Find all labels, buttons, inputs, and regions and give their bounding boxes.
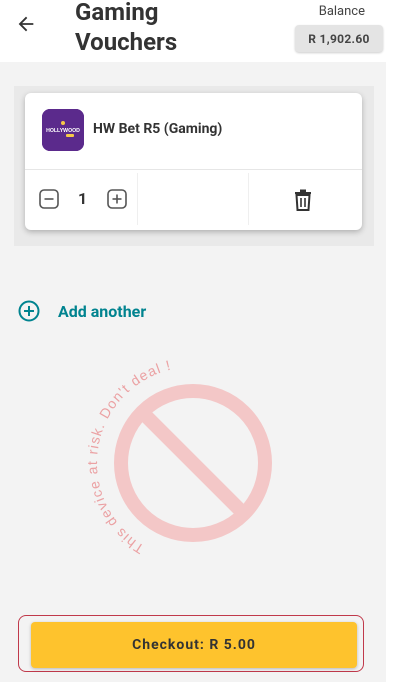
minus-square-icon: [39, 189, 59, 209]
add-another-button[interactable]: Add another: [18, 298, 146, 324]
svg-text:This device at risk. Don't dea: This device at risk. Don't deal !: [88, 358, 233, 558]
divider: [248, 173, 249, 225]
divider: [25, 169, 362, 170]
app-header: Gaming Vouchers Balance R 1,902.60: [0, 0, 394, 62]
page-title: Gaming Vouchers: [75, 0, 178, 56]
edge-strip: [386, 0, 394, 682]
quantity-increase-button[interactable]: [107, 189, 127, 209]
product-name: HW Bet R5 (Gaming): [93, 121, 223, 137]
add-another-label: Add another: [58, 301, 147, 321]
quantity-value: 1: [78, 189, 88, 208]
balance-value: R 1,902.60: [295, 25, 383, 52]
delete-button[interactable]: [293, 189, 313, 211]
voucher-card: HOLLYWOOD HW Bet R5 (Gaming) 1: [25, 93, 362, 230]
logo-text: HOLLYWOOD: [46, 128, 80, 134]
hollywood-bets-logo-icon: HOLLYWOOD: [42, 109, 84, 151]
screen: Gaming Vouchers Balance R 1,902.60 HOLLY…: [0, 0, 394, 682]
trash-icon: [295, 189, 311, 211]
checkout-button[interactable]: Checkout: R 5.00: [31, 622, 357, 668]
balance-label: Balance: [318, 4, 365, 19]
voucher-logo: HOLLYWOOD: [42, 109, 84, 151]
risk-watermark: This device at risk. Don't deal !: [88, 358, 272, 558]
back-button[interactable]: [12, 10, 40, 38]
arrow-left-icon: [18, 16, 34, 32]
plus-circle-icon: [18, 300, 40, 322]
prohibited-icon: [114, 384, 272, 542]
quantity-decrease-button[interactable]: [39, 189, 59, 209]
divider: [137, 173, 138, 225]
watermark-text: This device at risk. Don't deal !: [88, 358, 233, 558]
plus-square-icon: [107, 189, 127, 209]
